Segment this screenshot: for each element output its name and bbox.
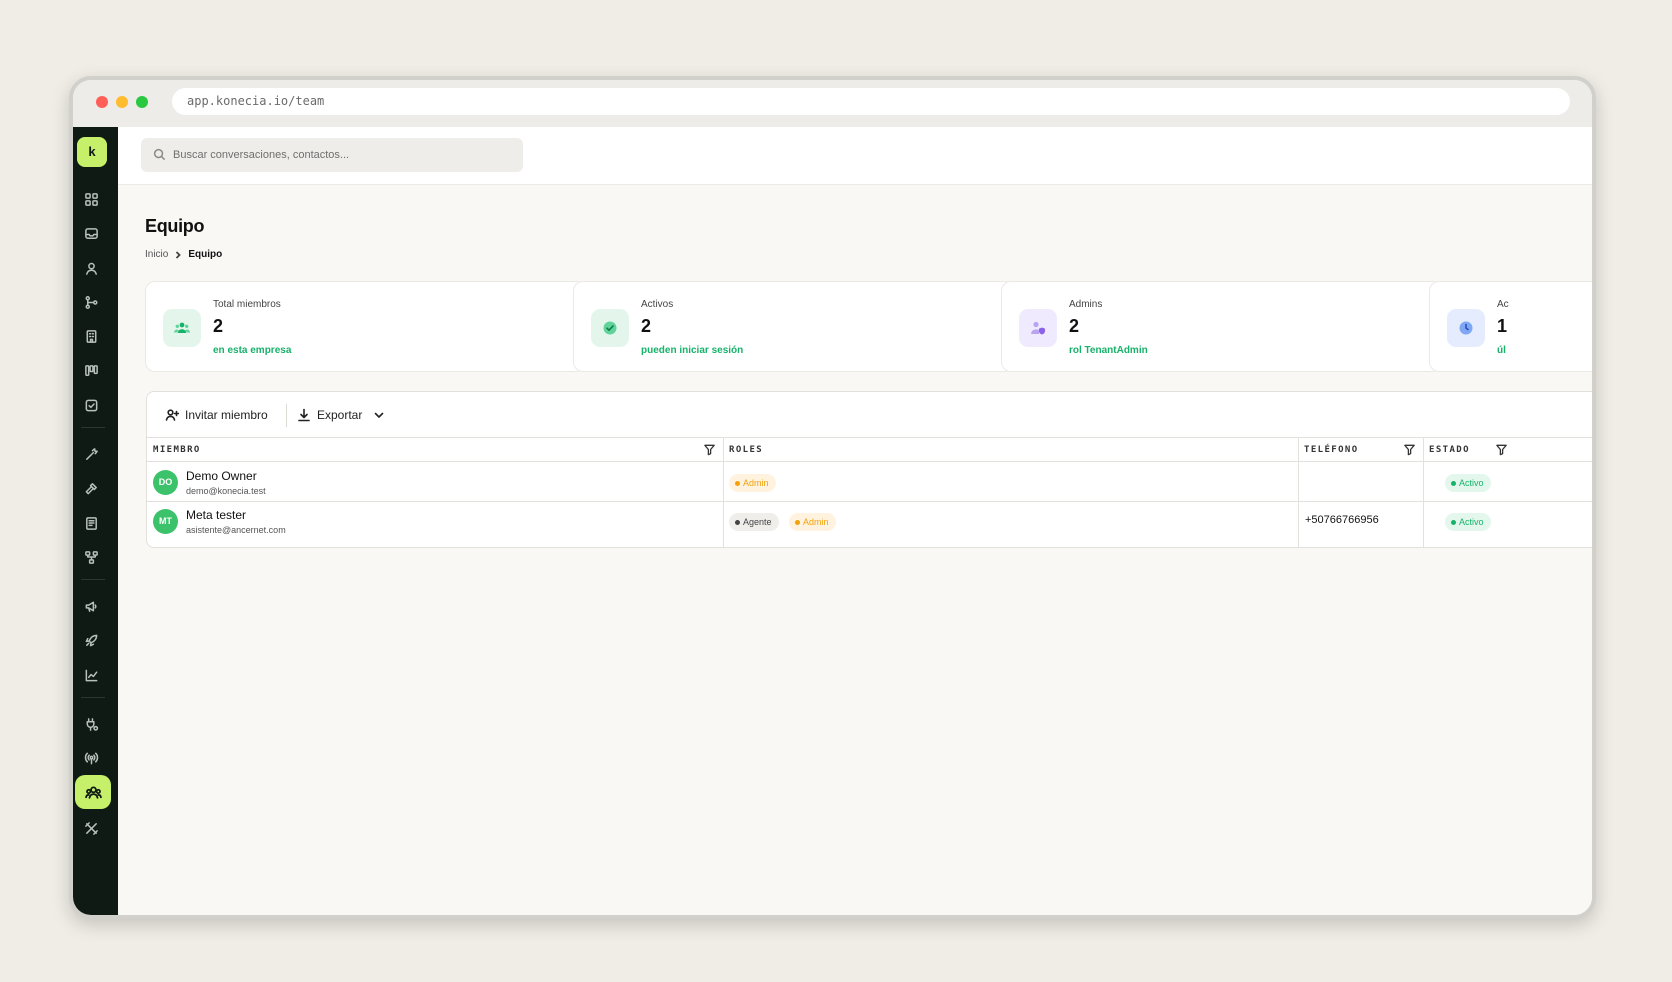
stat-value: 1 (1497, 316, 1508, 336)
breadcrumb-current: Equipo (188, 249, 223, 260)
stat-value: 2 (1069, 316, 1080, 336)
column-label: ROLES (729, 445, 764, 455)
filter-icon[interactable] (703, 443, 716, 456)
users-icon (163, 309, 201, 347)
minimize-window-button[interactable] (116, 96, 128, 108)
role-badge-admin: Admin (789, 513, 836, 531)
hammer-icon[interactable] (81, 478, 101, 498)
column-header-member[interactable]: MIEMBRO (147, 438, 723, 462)
table-row[interactable]: MT Meta tester asistente@ancernet.com Ag… (147, 502, 1592, 541)
member-name: Demo Owner (186, 469, 257, 483)
app-logo[interactable]: k (77, 137, 107, 167)
book-icon[interactable] (81, 513, 101, 533)
check-circle-icon (591, 309, 629, 347)
search-icon (153, 148, 166, 161)
breadcrumb-home[interactable]: Inicio (145, 249, 168, 260)
member-email: demo@konecia.test (186, 486, 266, 496)
invite-member-button[interactable]: Invitar miembro (165, 404, 268, 426)
column-label: TELÉFONO (1304, 445, 1359, 455)
user-shield-icon (1019, 309, 1057, 347)
sidebar: k (73, 127, 118, 915)
filter-icon[interactable] (1495, 443, 1508, 456)
role-badge-admin: Admin (729, 474, 776, 492)
table-header: MIEMBRO ROLES TELÉFONO ESTADO (147, 438, 1592, 462)
avatar: MT (153, 509, 178, 534)
url-bar[interactable]: app.konecia.io/team (172, 88, 1570, 115)
sidebar-divider (81, 579, 105, 580)
export-button[interactable]: Exportar (297, 404, 386, 426)
megaphone-icon[interactable] (81, 596, 101, 616)
table-toolbar: Invitar miembro Exportar (147, 392, 1592, 438)
inbox-icon[interactable] (81, 223, 101, 243)
status-badge: Activo (1445, 513, 1491, 531)
page-title: Equipo (145, 216, 205, 236)
download-icon (298, 408, 310, 422)
magic-wand-icon[interactable] (81, 444, 101, 464)
close-window-button[interactable] (96, 96, 108, 108)
pipeline-icon[interactable] (81, 292, 101, 312)
sidebar-divider (81, 697, 105, 698)
workflow-icon[interactable] (81, 547, 101, 567)
broadcast-icon[interactable] (81, 748, 101, 768)
clock-icon (1447, 309, 1485, 347)
kanban-icon[interactable] (81, 360, 101, 380)
toolbar-divider (286, 404, 287, 427)
tasks-icon[interactable] (81, 395, 101, 415)
top-bar (118, 127, 1592, 185)
analytics-icon[interactable] (81, 665, 101, 685)
stat-label: Admins (1069, 299, 1103, 310)
breadcrumb: Inicio Equipo (145, 249, 222, 260)
role-badge-agent: Agente (729, 513, 779, 531)
chevron-down-icon (375, 412, 384, 418)
search-box[interactable] (141, 138, 523, 172)
export-label: Exportar (317, 408, 363, 422)
stat-card-recent: Ac 1 úl (1429, 281, 1592, 372)
plug-settings-icon[interactable] (81, 714, 101, 734)
contacts-icon[interactable] (81, 258, 101, 278)
column-header-status[interactable]: ESTADO (1423, 438, 1592, 462)
stat-label: Activos (641, 299, 674, 310)
building-icon[interactable] (81, 326, 101, 346)
user-plus-icon (165, 409, 179, 421)
browser-titlebar: app.konecia.io/team (73, 80, 1592, 127)
column-label: MIEMBRO (153, 445, 201, 455)
stat-value: 2 (641, 316, 652, 336)
main-content: Equipo Inicio Equipo Total miembros 2 en… (118, 127, 1592, 915)
sidebar-item-team[interactable] (75, 775, 111, 809)
search-input[interactable] (173, 138, 513, 172)
rocket-icon[interactable] (81, 630, 101, 650)
column-header-roles[interactable]: ROLES (723, 438, 1298, 462)
stat-label: Total miembros (213, 299, 281, 310)
maximize-window-button[interactable] (136, 96, 148, 108)
invite-member-label: Invitar miembro (185, 408, 268, 422)
stat-card-total-members: Total miembros 2 en esta empresa (145, 281, 586, 372)
stat-subtext: úl (1497, 345, 1506, 356)
stat-subtext: pueden iniciar sesión (641, 345, 744, 356)
status-badge: Activo (1445, 474, 1491, 492)
chevron-right-icon (176, 250, 182, 259)
member-email: asistente@ancernet.com (186, 525, 286, 535)
stat-label: Ac (1497, 299, 1509, 310)
stat-subtext: en esta empresa (213, 345, 292, 356)
stat-value: 2 (213, 316, 224, 336)
tools-icon[interactable] (81, 818, 101, 838)
column-header-phone[interactable]: TELÉFONO (1298, 438, 1423, 462)
member-name: Meta tester (186, 508, 247, 522)
dashboard-icon[interactable] (81, 189, 101, 209)
browser-window: app.konecia.io/team k Buscar conversacio… (69, 76, 1596, 919)
avatar: DO (153, 470, 178, 495)
team-icon (84, 785, 102, 799)
member-phone: +50766766956 (1305, 514, 1379, 526)
stat-card-admins: Admins 2 rol TenantAdmin (1001, 281, 1442, 372)
table-row[interactable]: DO Demo Owner demo@konecia.test Admin Ac… (147, 463, 1592, 502)
stat-card-active: Activos 2 pueden iniciar sesión (573, 281, 1014, 372)
sidebar-divider (81, 427, 105, 428)
column-label: ESTADO (1429, 445, 1470, 455)
team-table-panel: Invitar miembro Exportar MIEMBRO ROLES T… (146, 391, 1592, 548)
filter-icon[interactable] (1403, 443, 1416, 456)
stat-subtext: rol TenantAdmin (1069, 345, 1148, 356)
